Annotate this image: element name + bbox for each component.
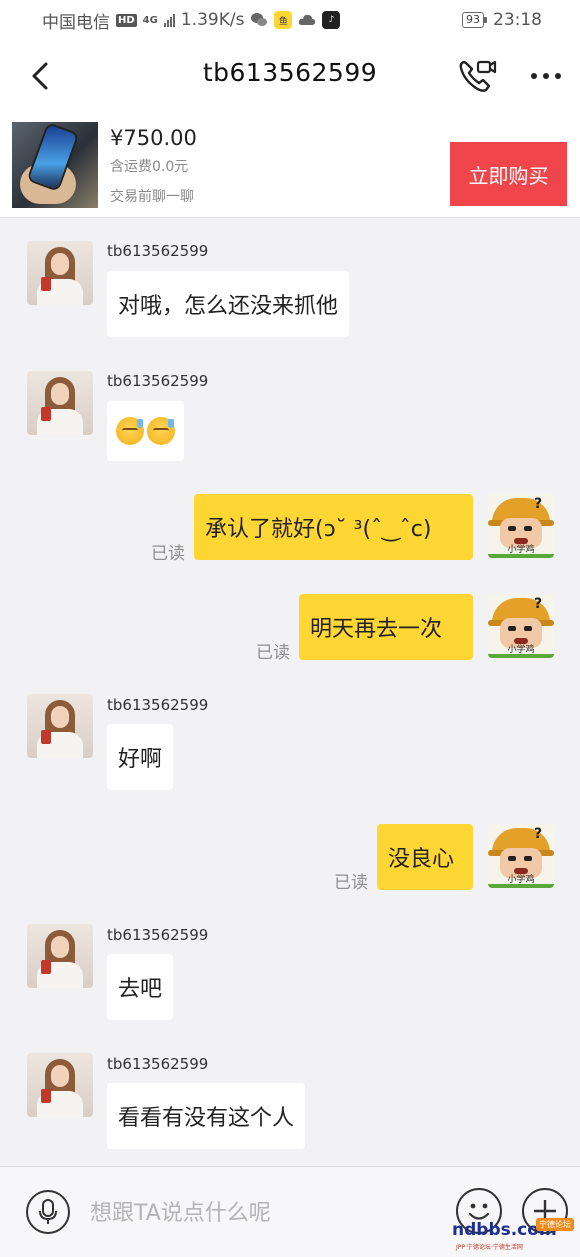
signal-icon bbox=[163, 13, 175, 27]
product-image[interactable] bbox=[12, 122, 98, 208]
read-status: 已读 bbox=[334, 873, 368, 893]
network-label: 4G bbox=[142, 14, 158, 26]
message-bubble[interactable]: 承认了就好(ↄ˘ ³(ˆ‿ˆc) bbox=[194, 494, 473, 560]
emoji-message-bubble[interactable] bbox=[107, 401, 184, 461]
sender-name: tb613562599 bbox=[107, 696, 209, 714]
sender-name: tb613562599 bbox=[107, 242, 209, 260]
message-bubble[interactable]: 明天再去一次 bbox=[299, 594, 473, 660]
contact-avatar[interactable] bbox=[27, 241, 93, 305]
network-speed: 1.39K/s bbox=[180, 10, 245, 30]
contact-avatar[interactable] bbox=[27, 1053, 93, 1117]
cloud-icon bbox=[298, 11, 316, 29]
product-shipping: 含运费0.0元 bbox=[110, 159, 189, 175]
message-bubble[interactable]: 好啊 bbox=[107, 724, 174, 790]
more-options-icon[interactable] bbox=[528, 64, 564, 88]
wechat-icon bbox=[250, 11, 269, 29]
battery-icon: 93 bbox=[462, 12, 487, 28]
my-avatar[interactable]: ? 小学鸡 bbox=[488, 824, 554, 888]
my-avatar[interactable]: ? 小学鸡 bbox=[488, 594, 554, 658]
sweat-smile-emoji-icon bbox=[116, 417, 144, 445]
video-call-icon[interactable] bbox=[456, 54, 500, 98]
sender-name: tb613562599 bbox=[107, 372, 209, 390]
my-avatar[interactable]: ? 小学鸡 bbox=[488, 494, 554, 558]
product-price: ¥750.00 bbox=[110, 126, 197, 150]
hd-badge: HD bbox=[116, 13, 137, 27]
carrier-label: 中国电信 bbox=[42, 12, 110, 33]
voice-input-button[interactable] bbox=[26, 1190, 70, 1234]
contact-avatar[interactable] bbox=[27, 924, 93, 988]
sender-name: tb613562599 bbox=[107, 1055, 209, 1073]
watermark-tag: 宁德论坛 bbox=[536, 1218, 574, 1231]
read-status: 已读 bbox=[151, 544, 185, 564]
sweat-smile-emoji-icon bbox=[147, 417, 175, 445]
message-bubble[interactable]: 对哦，怎么还没来抓他 bbox=[107, 271, 350, 337]
message-bubble[interactable]: 看看有没有这个人 bbox=[107, 1083, 306, 1149]
status-bar: 中国电信 HD 4G 1.39K/s 鱼 ♪ 93 23:18 bbox=[0, 0, 580, 40]
chat-header: tb613562599 bbox=[0, 40, 580, 112]
message-bubble[interactable]: 去吧 bbox=[107, 954, 174, 1020]
tiktok-icon: ♪ bbox=[322, 11, 341, 29]
microphone-icon bbox=[39, 1199, 57, 1224]
xianyu-icon: 鱼 bbox=[274, 11, 293, 29]
contact-avatar[interactable] bbox=[27, 371, 93, 435]
buy-now-button[interactable]: 立即购买 bbox=[450, 142, 567, 206]
contact-avatar[interactable] bbox=[27, 694, 93, 758]
sender-name: tb613562599 bbox=[107, 926, 209, 944]
watermark-subtitle: JPP·宁德论坛·宁德生活网 bbox=[456, 1244, 523, 1251]
battery-level: 93 bbox=[462, 12, 484, 28]
message-input[interactable] bbox=[90, 1193, 430, 1233]
message-bubble[interactable]: 没良心 bbox=[377, 824, 473, 890]
read-status: 已读 bbox=[256, 643, 290, 663]
clock: 23:18 bbox=[493, 10, 542, 30]
site-watermark: ndbbs.com 宁德论坛 JPP·宁德论坛·宁德生活网 bbox=[452, 1218, 576, 1254]
product-tip: 交易前聊一聊 bbox=[110, 189, 194, 205]
product-card[interactable]: ¥750.00 含运费0.0元 交易前聊一聊 立即购买 bbox=[0, 112, 580, 218]
